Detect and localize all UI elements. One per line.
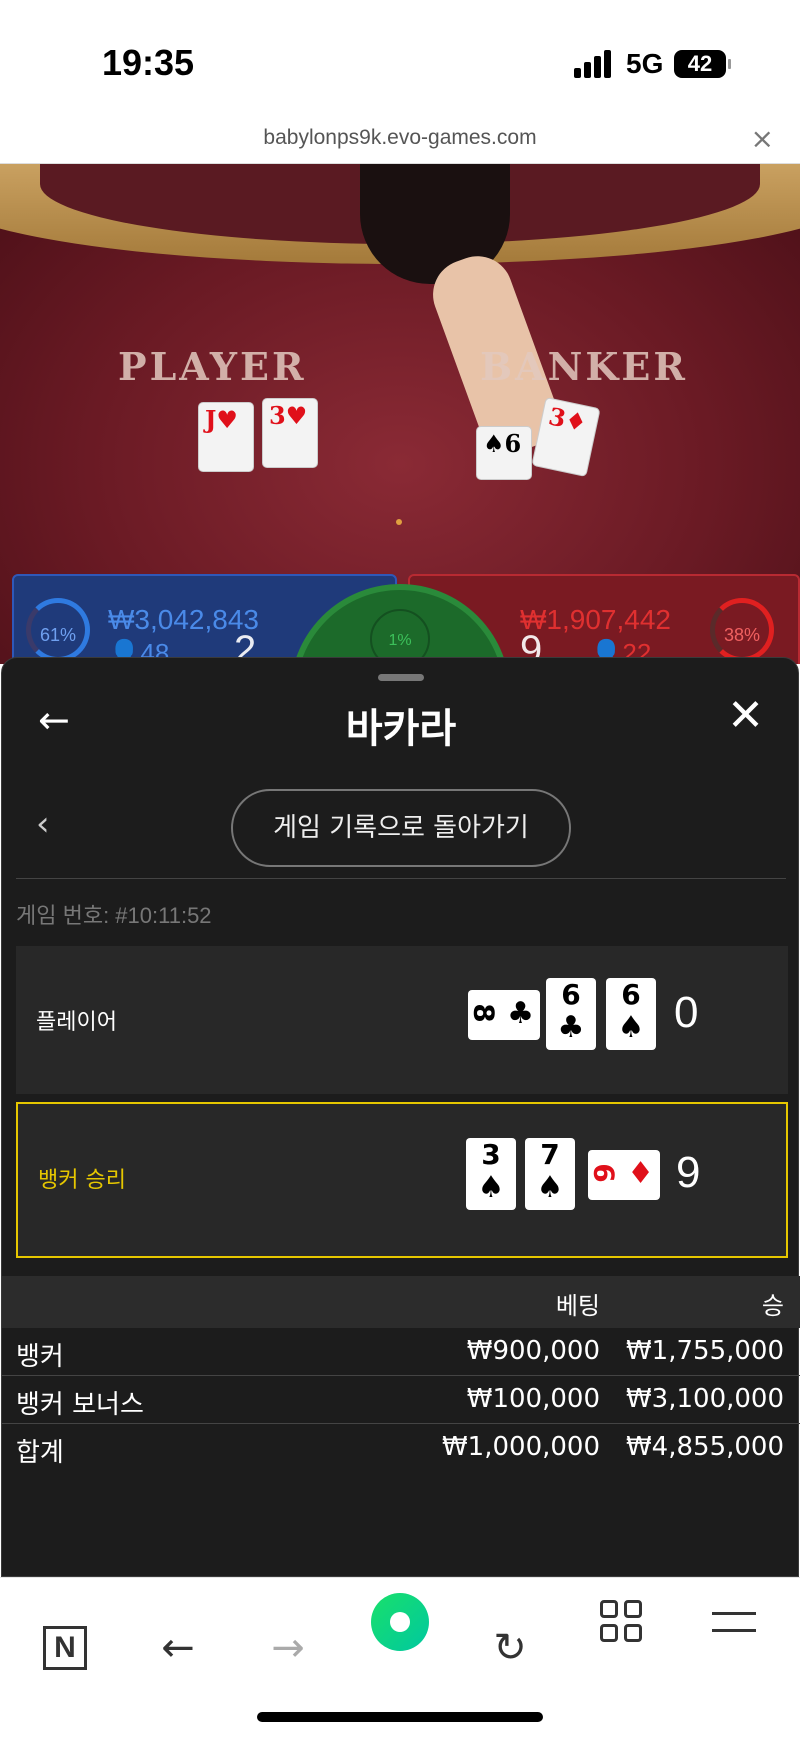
card-suit: ♣	[557, 1010, 585, 1045]
bet-row-win: ₩4,855,000	[625, 1432, 784, 1462]
bet-row: 뱅커 ₩900,000 ₩1,755,000	[2, 1328, 800, 1376]
refresh-icon[interactable]: ↻	[482, 1620, 538, 1676]
bet-row-win: ₩1,755,000	[625, 1336, 784, 1366]
banker-row-label: 뱅커 승리	[38, 1168, 126, 1193]
battery-icon: 42	[674, 50, 731, 78]
player-result-row: 플레이어 8 ♣ 6 ♣ 6 ♠ 0	[16, 946, 788, 1094]
card-suit: ♠	[477, 1170, 505, 1205]
tie-percent: 1%	[370, 609, 430, 664]
divider	[16, 878, 786, 879]
banker-table-label: BANKER	[480, 344, 688, 389]
forward-arrow-icon[interactable]: →	[260, 1620, 316, 1676]
back-arrow-icon[interactable]: ←	[150, 1620, 206, 1676]
player-row-score: 0	[674, 988, 699, 1037]
game-history-sheet: ← 바카라 ✕ ‹ 게임 기록으로 돌아가기 게임 번호: #10:11:52 …	[1, 657, 800, 1577]
bet-row: 뱅커 보너스 ₩100,000 ₩3,100,000	[2, 1376, 800, 1424]
card-suit: ♠	[617, 1010, 645, 1045]
banker-result-row: 뱅커 승리 3 ♠ 7 ♠ 6 ♦ 9	[16, 1102, 788, 1258]
banker-row-score: 9	[676, 1148, 701, 1197]
bet-column-header: 베팅	[555, 1292, 600, 1320]
green-dot-button[interactable]	[371, 1593, 429, 1651]
tabs-grid-icon[interactable]	[600, 1600, 644, 1644]
screen: 19:35 5G 42 babylonps9k.evo-games.com × …	[0, 0, 800, 1740]
win-column-header: 승	[761, 1292, 784, 1320]
card-rank: 3	[481, 1138, 501, 1171]
card-suit: ♠	[536, 1170, 564, 1205]
bets-table-header: 베팅 승	[2, 1276, 800, 1328]
chevron-left-icon[interactable]: ‹	[36, 804, 50, 844]
card-rank: 6	[561, 978, 581, 1011]
table-card: ♠6	[476, 426, 532, 480]
player-card-1: 8 ♣	[468, 990, 540, 1040]
player-card-3: 6 ♠	[606, 978, 656, 1050]
player-row-label: 플레이어	[36, 1010, 117, 1035]
signal-icon	[574, 50, 614, 78]
card-rank: 8	[467, 1003, 501, 1023]
status-time: 19:35	[102, 42, 195, 83]
banker-card-3: 6 ♦	[588, 1150, 660, 1200]
url-text: babylonps9k.evo-games.com	[263, 126, 537, 149]
network-type: 5G	[626, 48, 664, 79]
game-number: 게임 번호: #10:11:52	[16, 903, 212, 928]
banker-bet-amount: ₩1,907,442	[520, 604, 671, 635]
naver-icon: N	[43, 1626, 87, 1670]
status-bar: 19:35 5G 42	[0, 0, 800, 120]
card-rank: 7	[540, 1138, 560, 1171]
table-card: 3♥	[262, 398, 318, 468]
player-table-label: PLAYER	[118, 344, 307, 389]
card-suit: ♦	[627, 1156, 654, 1191]
menu-icon[interactable]	[712, 1612, 756, 1632]
bet-row-win: ₩3,100,000	[625, 1384, 784, 1414]
bet-row-label: 뱅커	[16, 1342, 64, 1372]
live-video: PLAYER BANKER J♥ 3♥ ♠6 3♦ 61% ₩3,042,843…	[0, 164, 800, 664]
sheet-title: 바카라	[345, 706, 457, 752]
card-rank: 6	[587, 1163, 621, 1183]
card-rank: 6	[621, 978, 641, 1011]
player-percent: 61%	[26, 598, 90, 662]
banker-card-1: 3 ♠	[466, 1138, 516, 1210]
bet-row-label: 합계	[16, 1438, 64, 1468]
close-icon[interactable]: ×	[751, 122, 774, 155]
drag-handle[interactable]	[378, 674, 424, 681]
bet-row-bet: ₩900,000	[466, 1336, 600, 1366]
home-indicator[interactable]	[257, 1712, 543, 1722]
bet-row-label: 뱅커 보너스	[16, 1390, 144, 1420]
naver-home-button[interactable]: N	[37, 1620, 93, 1676]
bet-row-bet: ₩100,000	[466, 1384, 600, 1414]
banker-percent: 38%	[710, 598, 774, 662]
url-bar[interactable]: babylonps9k.evo-games.com ×	[0, 120, 800, 164]
banker-card-2: 7 ♠	[525, 1138, 575, 1210]
table-card: J♥	[198, 402, 254, 472]
card-suit: ♣	[507, 996, 534, 1031]
player-card-2: 6 ♣	[546, 978, 596, 1050]
back-to-history-button[interactable]: 게임 기록으로 돌아가기	[231, 789, 571, 867]
close-icon[interactable]: ✕	[727, 690, 764, 741]
bet-total-row: 합계 ₩1,000,000 ₩4,855,000	[2, 1424, 800, 1472]
bet-row-bet: ₩1,000,000	[441, 1432, 600, 1462]
